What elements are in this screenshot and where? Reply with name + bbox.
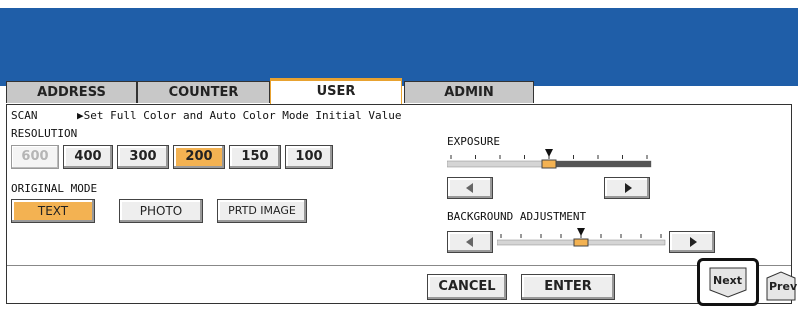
next-page-label: Next <box>713 274 743 287</box>
next-page-button[interactable]: Next <box>708 266 748 298</box>
enter-button[interactable]: ENTER <box>521 274 615 300</box>
resolution-200-button[interactable]: 200 <box>173 145 225 169</box>
resolution-600-button[interactable]: 600 <box>11 145 59 169</box>
instruction-text: ▶Set Full Color and Auto Color Mode Init… <box>77 109 402 122</box>
exposure-level-marker <box>541 159 557 169</box>
exposure-pointer-icon <box>545 149 553 157</box>
resolution-label: RESOLUTION <box>11 127 78 140</box>
increase-icon <box>625 183 632 193</box>
exposure-scale <box>447 149 652 169</box>
mode-photo-button[interactable]: PHOTO <box>119 199 203 223</box>
resolution-400-button[interactable]: 400 <box>63 145 113 169</box>
cancel-button[interactable]: CANCEL <box>427 274 507 300</box>
tab-admin[interactable]: ADMIN <box>404 81 534 103</box>
header-bar <box>0 8 798 86</box>
mode-text-button[interactable]: TEXT <box>11 199 95 223</box>
tab-address[interactable]: ADDRESS <box>6 81 137 103</box>
background-increase-button[interactable] <box>669 231 715 253</box>
decrease-icon <box>466 183 473 193</box>
tab-counter[interactable]: COUNTER <box>137 81 270 103</box>
resolution-100-button[interactable]: 100 <box>285 145 333 169</box>
background-decrease-button[interactable] <box>447 231 493 253</box>
tab-user[interactable]: USER <box>270 78 402 105</box>
original-mode-label: ORIGINAL MODE <box>11 182 98 195</box>
mode-printed-image-button[interactable]: PRTD IMAGE <box>217 199 307 223</box>
tab-bar: ADDRESS COUNTER USER ADMIN <box>0 78 798 105</box>
prev-page-button[interactable]: Prev <box>765 270 797 302</box>
exposure-label: EXPOSURE <box>447 135 500 148</box>
footer-divider <box>7 265 791 266</box>
background-pointer-icon <box>577 228 585 236</box>
background-level-marker <box>573 238 589 247</box>
exposure-decrease-button[interactable] <box>447 177 493 199</box>
section-label: SCAN <box>11 109 38 122</box>
decrease-icon <box>466 237 473 247</box>
resolution-150-button[interactable]: 150 <box>229 145 281 169</box>
settings-panel: SCAN ▶Set Full Color and Auto Color Mode… <box>6 104 792 304</box>
resolution-300-button[interactable]: 300 <box>117 145 169 169</box>
prev-page-label: Prev <box>769 280 798 293</box>
exposure-increase-button[interactable] <box>604 177 650 199</box>
background-scale <box>497 228 666 247</box>
increase-icon <box>690 237 697 247</box>
